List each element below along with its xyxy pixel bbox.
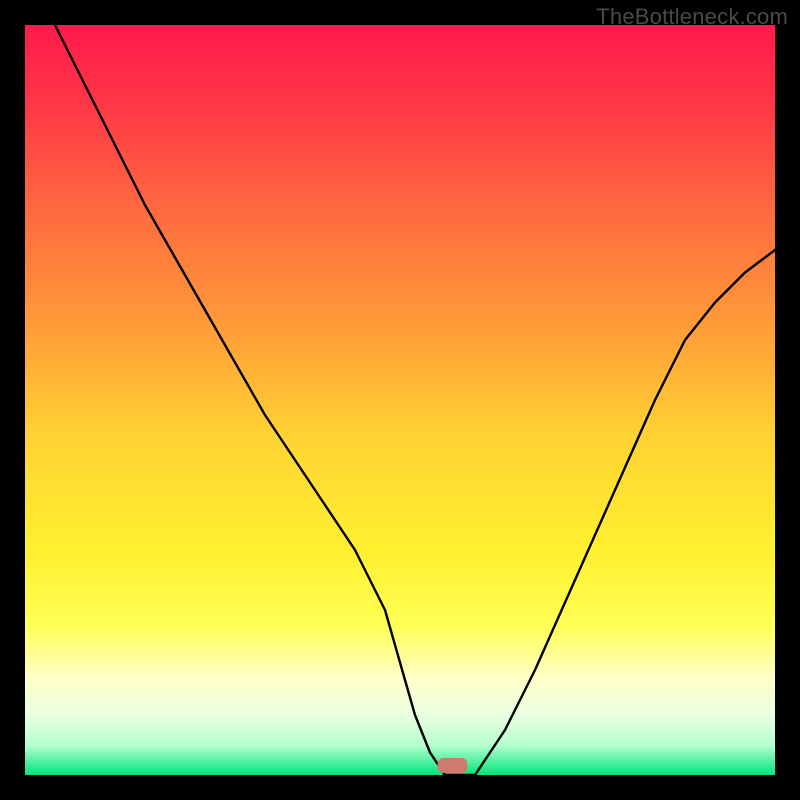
watermark-text: TheBottleneck.com	[596, 4, 788, 30]
optimal-marker	[438, 758, 468, 773]
chart-frame: TheBottleneck.com	[0, 0, 800, 800]
plot-area	[25, 25, 775, 775]
chart-svg	[25, 25, 775, 775]
